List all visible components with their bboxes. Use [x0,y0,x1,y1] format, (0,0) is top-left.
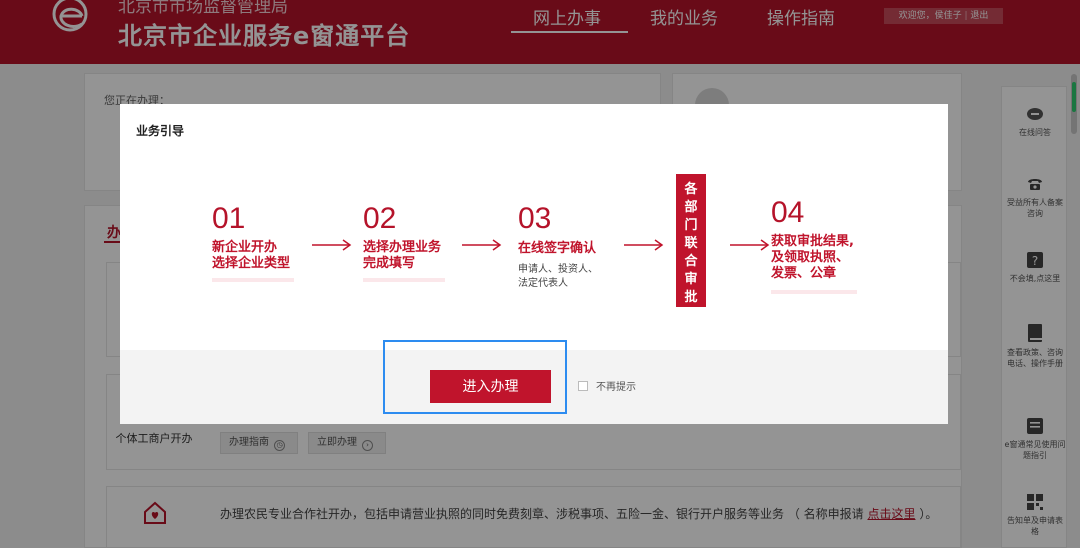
step-title-line: 选择办理业务 [363,240,442,255]
joint-review-char: 部 [684,200,698,215]
step-sub-03: 申请人、投资人、 法定代表人 [518,263,598,291]
step-title-line: 新企业开办 [212,240,278,255]
step-number-01: 01 [212,202,246,235]
step-title-02: 选择办理业务 完成填写 [363,240,441,272]
step-title-01: 新企业开办 选择企业类型 [212,240,290,272]
step-sub-line: 申请人、投资人、 [518,264,598,275]
joint-review-char: 合 [684,254,698,269]
modal-title: 业务引导 [136,124,185,138]
joint-review-char: 审 [684,272,698,287]
step-number-03: 03 [518,202,552,235]
step-title-04: 获取审批结果, 及领取执照、 发票、公章 [771,234,854,282]
arrow-right-icon [624,239,664,251]
arrow-right-icon [462,239,502,251]
step-title-line: 完成填写 [363,256,416,271]
step-title-03: 在线签字确认 [518,241,597,256]
joint-review-char: 批 [684,290,698,305]
step-title-line: 选择企业类型 [212,256,291,271]
joint-review-char: 门 [684,218,698,233]
joint-review-box: 各 部 门 联 合 审 批 [676,174,706,307]
step-title-line: 发票、公章 [771,266,837,281]
step-sub-line: 法定代表人 [518,278,568,289]
no-remind-checkbox[interactable] [578,381,588,391]
arrow-right-icon [312,239,352,251]
step-title-line: 及领取执照、 [771,250,850,265]
joint-review-char: 联 [684,236,698,251]
step-bar-04 [771,290,857,294]
enter-handle-button[interactable]: 进入办理 [430,370,551,403]
step-number-02: 02 [363,202,397,235]
no-remind-label: 不再提示 [596,382,636,393]
step-bar-02 [363,278,445,282]
step-bar-01 [212,278,294,282]
no-remind-option[interactable]: 不再提示 [578,378,636,393]
step-title-line: 获取审批结果, [771,234,854,249]
business-guide-modal: 业务引导 01 新企业开办 选择企业类型 02 选择办理业务 完成填写 03 在… [120,104,948,424]
joint-review-char: 各 [684,182,698,197]
step-number-04: 04 [771,196,805,229]
arrow-right-icon [730,239,770,251]
